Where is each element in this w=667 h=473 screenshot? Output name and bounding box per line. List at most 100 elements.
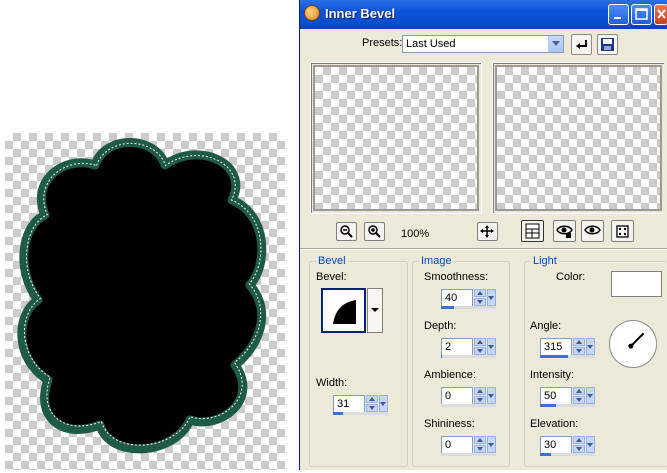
angle-slider-dropdown[interactable]: [586, 338, 595, 355]
depth-slider-dropdown[interactable]: [487, 338, 496, 355]
window-title: Inner Bevel: [325, 6, 396, 21]
depth-level-bar: [441, 355, 496, 358]
preview-before-image: [313, 65, 479, 211]
maximize-button[interactable]: [631, 4, 652, 25]
save-preset-button[interactable]: [597, 34, 618, 55]
elevation-slider-dropdown[interactable]: [586, 436, 595, 453]
reset-button[interactable]: [571, 34, 592, 55]
intensity-spinner[interactable]: 50: [540, 387, 595, 407]
image-group-legend: Image: [421, 255, 452, 267]
shininess-label: Shininess:: [424, 418, 475, 430]
zoom-out-icon: [340, 225, 353, 238]
ambience-updown[interactable]: [474, 387, 486, 404]
presets-dropdown[interactable]: Last Used: [402, 35, 564, 53]
app-icon[interactable]: [304, 5, 320, 21]
presets-value: Last Used: [406, 38, 456, 50]
close-button[interactable]: [654, 4, 667, 25]
chevron-down-icon[interactable]: [548, 36, 563, 52]
ambience-label: Ambience:: [424, 369, 476, 381]
shininess-spinner[interactable]: 0: [441, 436, 496, 456]
angle-spinner[interactable]: 315: [540, 338, 595, 358]
intensity-level-bar: [540, 404, 595, 407]
angle-label: Angle:: [530, 320, 562, 332]
elevation-updown[interactable]: [573, 436, 585, 453]
shininess-level-bar: [441, 453, 496, 456]
angle-level-bar: [540, 355, 595, 358]
smoothness-level-bar: [441, 306, 496, 309]
document-image[interactable]: [5, 133, 285, 470]
reset-icon: [576, 40, 587, 49]
bevel-group: Bevel: [309, 255, 408, 467]
ambience-slider-dropdown[interactable]: [487, 387, 496, 404]
preview-before[interactable]: [310, 62, 482, 214]
minimize-button[interactable]: [608, 4, 629, 25]
ambience-input[interactable]: 0: [441, 387, 473, 405]
depth-updown[interactable]: [474, 338, 486, 355]
smoothness-input[interactable]: 40: [441, 289, 473, 307]
intensity-slider-dropdown[interactable]: [586, 387, 595, 404]
randomize-button[interactable]: [611, 220, 634, 242]
width-spinner[interactable]: 31: [333, 395, 388, 415]
depth-input[interactable]: 2: [441, 338, 473, 356]
width-input[interactable]: 31: [333, 395, 365, 413]
pan-button[interactable]: [477, 222, 498, 241]
title-bar[interactable]: Inner Bevel: [300, 0, 667, 29]
width-slider-dropdown[interactable]: [379, 395, 388, 412]
proof-icon: [556, 225, 573, 238]
width-level-bar: [333, 412, 388, 415]
preview-after[interactable]: [492, 62, 664, 214]
preview-after-image: [495, 65, 662, 211]
close-icon: [657, 9, 666, 19]
shininess-slider-dropdown[interactable]: [487, 436, 496, 453]
smoothness-updown[interactable]: [474, 289, 486, 306]
angle-dial[interactable]: [609, 320, 657, 368]
auto-proof-button[interactable]: [581, 220, 604, 242]
bevel-profile-icon: [333, 300, 356, 324]
inner-bevel-dialog: Inner Bevel Presets: Last Used 100% Beve…: [299, 0, 667, 470]
bevel-label: Bevel:: [316, 271, 347, 283]
elevation-label: Elevation:: [530, 418, 579, 430]
smoothness-spinner[interactable]: 40: [441, 289, 496, 309]
intensity-label: Intensity:: [530, 369, 575, 381]
shininess-input[interactable]: 0: [441, 436, 473, 454]
light-color-swatch[interactable]: [611, 271, 662, 297]
angle-dial-needle: [628, 332, 645, 349]
angle-updown[interactable]: [573, 338, 585, 355]
elevation-input[interactable]: 30: [540, 436, 572, 454]
preview-toggle-icon: [525, 223, 540, 239]
maximize-icon: [635, 8, 648, 20]
depth-label: Depth:: [424, 320, 457, 332]
width-updown[interactable]: [366, 395, 378, 412]
save-icon: [601, 38, 614, 51]
intensity-input[interactable]: 50: [540, 387, 572, 405]
light-group-legend: Light: [533, 255, 557, 267]
ambience-level-bar: [441, 404, 496, 407]
elevation-spinner[interactable]: 30: [540, 436, 595, 456]
depth-spinner[interactable]: 2: [441, 338, 496, 358]
ambience-spinner[interactable]: 0: [441, 387, 496, 407]
proof-button[interactable]: [553, 220, 576, 242]
presets-label: Presets:: [362, 37, 403, 49]
intensity-updown[interactable]: [573, 387, 585, 404]
preview-toggle-button[interactable]: [521, 220, 544, 242]
zoom-level: 100%: [401, 228, 430, 240]
angle-input[interactable]: 315: [540, 338, 572, 356]
divider: [300, 248, 667, 250]
pan-icon: [480, 225, 494, 238]
zoom-out-button[interactable]: [336, 222, 357, 241]
randomize-icon: [616, 225, 629, 238]
bevel-shape-dropdown[interactable]: [367, 288, 383, 333]
minimize-icon: [614, 17, 621, 19]
shininess-updown[interactable]: [474, 436, 486, 453]
image-canvas[interactable]: [0, 0, 300, 470]
scalloped-frame-shape: [17, 138, 267, 454]
bevel-group-legend: Bevel: [318, 255, 346, 267]
auto-proof-icon: [584, 225, 601, 235]
bevel-shape-picker[interactable]: [321, 288, 366, 333]
smoothness-slider-dropdown[interactable]: [487, 289, 496, 306]
smoothness-label: Smoothness:: [424, 271, 489, 283]
zoom-in-button[interactable]: [364, 222, 385, 241]
color-label: Color:: [556, 271, 586, 283]
elevation-level-bar: [540, 453, 595, 456]
zoom-in-icon: [368, 225, 381, 238]
